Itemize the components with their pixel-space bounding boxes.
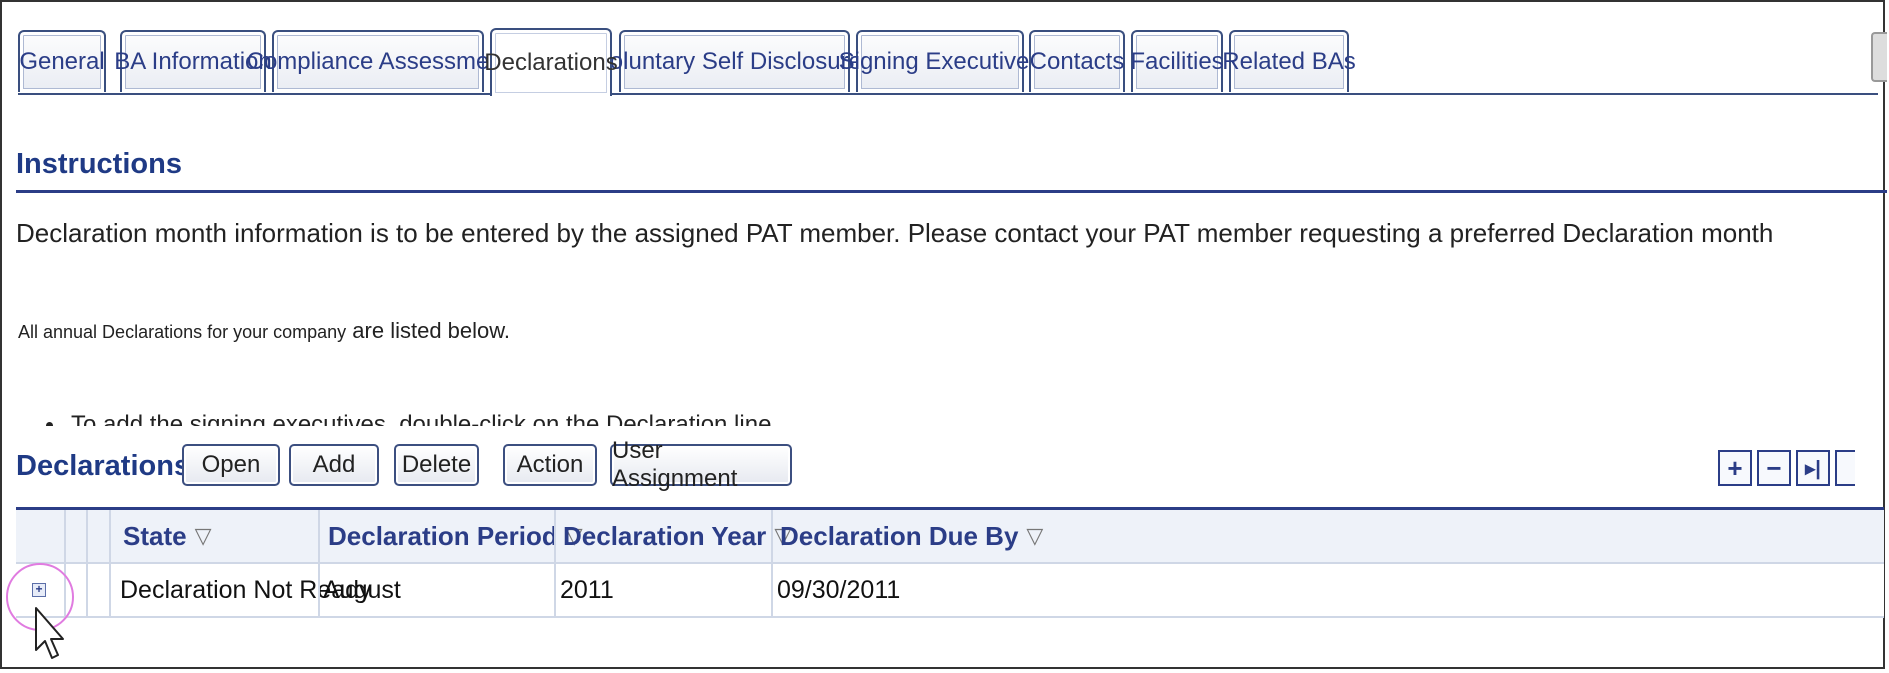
filter-icon[interactable]: ▽ — [195, 523, 212, 549]
tab-signing-executives[interactable]: Signing Executives — [839, 30, 1041, 92]
skip-end-icon[interactable]: ▸| — [1796, 450, 1830, 486]
tab-related-bas[interactable]: Related BAs — [1222, 30, 1356, 92]
column-label: Declaration Year — [563, 520, 767, 551]
instructions-bullet: To add the signing executives, double-cl… — [46, 404, 771, 426]
grid-divider — [318, 510, 320, 616]
column-label: Declaration Period — [328, 520, 558, 551]
tab-voluntary-self-disclosures[interactable]: Voluntary Self Disclosures — [595, 30, 874, 92]
cell-declaration-year: 2011 — [560, 575, 614, 604]
tab-contacts[interactable]: Contacts — [1029, 30, 1125, 92]
add-button[interactable]: Add — [289, 444, 379, 486]
grid-divider — [771, 510, 773, 616]
tab-compliance-assessment[interactable]: Compliance Assessment — [247, 30, 509, 92]
note-large-text: are listed below. — [346, 318, 511, 343]
grid-divider — [554, 510, 556, 616]
note-small-text: All annual Declarations for your company — [18, 322, 347, 342]
column-label: State — [123, 520, 187, 551]
minus-icon[interactable]: − — [1757, 450, 1791, 486]
tab-facilities[interactable]: Facilities — [1130, 30, 1224, 92]
filter-icon[interactable]: ▽ — [1026, 523, 1043, 549]
tab-scroll-button[interactable] — [1871, 32, 1887, 82]
delete-button[interactable]: Delete — [394, 444, 479, 486]
user-assignment-button[interactable]: User Assignment — [610, 437, 792, 492]
table-row[interactable]: + Declaration Not Ready August 2011 09/3… — [16, 564, 1884, 618]
instructions-text: Declaration month information is to be e… — [16, 218, 1774, 248]
instructions-note: All annual Declarations for your company… — [18, 318, 510, 344]
declarations-grid: State ▽ Declaration Period ▽ Declaration Y… — [16, 507, 1884, 619]
grid-divider — [109, 510, 111, 616]
grid-header: State ▽ Declaration Period ▽ Declaration Y… — [16, 510, 1884, 564]
instructions-title: Instructions — [16, 148, 182, 180]
column-header-state[interactable]: State ▽ — [123, 510, 212, 562]
sum-icon[interactable] — [1835, 450, 1855, 486]
grid-divider — [86, 510, 88, 616]
plus-icon[interactable]: + — [1718, 450, 1752, 486]
tab-ba-information[interactable]: BA Information — [114, 30, 272, 92]
tab-general[interactable]: General — [18, 30, 106, 92]
column-header-declaration-period[interactable]: Declaration Period ▽ — [328, 510, 583, 562]
open-button[interactable]: Open — [182, 444, 280, 486]
column-label: Declaration Due By — [780, 520, 1019, 551]
tab-declarations[interactable]: Declarations — [484, 28, 618, 96]
tab-bar: General BA Information Compliance Assess… — [18, 28, 1878, 96]
column-header-declaration-year[interactable]: Declaration Year ▽ — [563, 510, 791, 562]
cell-declaration-period: August — [323, 575, 401, 604]
instructions-divider — [16, 190, 1887, 193]
cell-declaration-due-by: 09/30/2011 — [777, 575, 901, 604]
mouse-cursor-icon — [35, 607, 64, 659]
declarations-title: Declarations — [16, 450, 191, 482]
column-header-declaration-due-by[interactable]: Declaration Due By ▽ — [780, 510, 1043, 562]
action-button[interactable]: Action — [503, 444, 597, 486]
